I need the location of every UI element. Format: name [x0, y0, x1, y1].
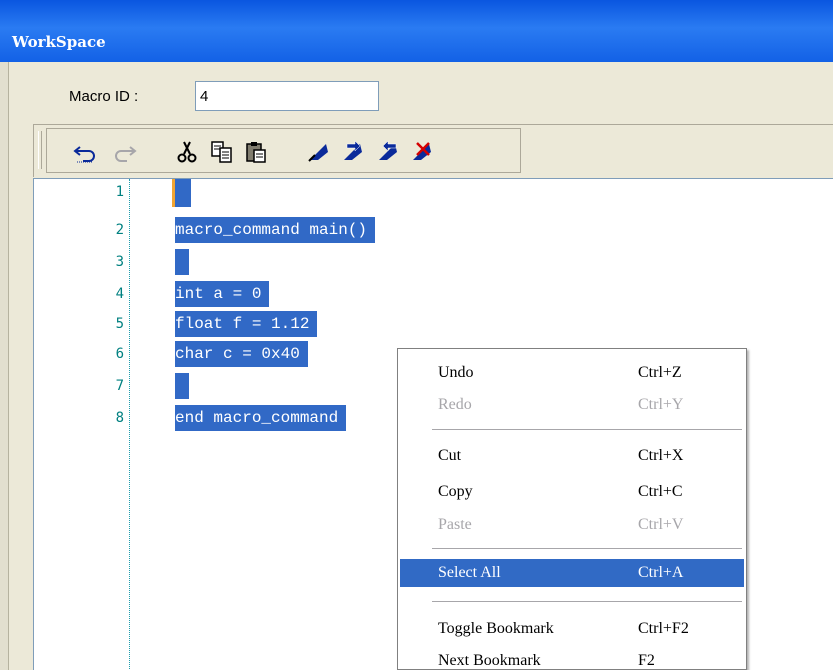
next-bookmark-button[interactable]	[339, 137, 369, 167]
code-line[interactable]: int a = 0	[175, 281, 270, 307]
line-number: 3	[115, 254, 124, 270]
menu-item-shortcut: Ctrl+A	[638, 564, 684, 581]
menu-item-shortcut: Ctrl+X	[638, 447, 684, 464]
copy-button[interactable]	[207, 137, 237, 167]
code-line[interactable]	[175, 179, 191, 207]
menu-item-redo[interactable]: Redo Ctrl+Y	[400, 391, 744, 419]
cut-button[interactable]	[172, 137, 202, 167]
line-number: 2	[115, 222, 124, 238]
paste-button[interactable]	[241, 137, 271, 167]
code-line[interactable]	[175, 249, 189, 275]
menu-item-shortcut: Ctrl+F2	[638, 620, 689, 637]
menu-item-shortcut: Ctrl+Z	[638, 364, 682, 381]
code-line[interactable]: float f = 1.12	[175, 311, 318, 337]
line-number: 1	[115, 184, 124, 200]
menu-item-cut[interactable]: Cut Ctrl+X	[400, 442, 744, 470]
copy-icon	[211, 141, 232, 163]
line-number: 6	[115, 346, 124, 362]
menu-item-shortcut: Ctrl+C	[638, 483, 683, 500]
menu-item-paste[interactable]: Paste Ctrl+V	[400, 511, 744, 539]
macro-id-label: Macro ID :	[69, 88, 139, 105]
menu-item-next-bookmark[interactable]: Next Bookmark F2	[400, 647, 744, 669]
menu-item-label: Toggle Bookmark	[438, 620, 554, 637]
menu-item-label: Undo	[438, 364, 474, 381]
clear-bookmarks-button[interactable]	[408, 137, 438, 167]
line-number: 8	[115, 410, 124, 426]
menu-item-label: Paste	[438, 516, 472, 533]
context-menu: Undo Ctrl+Z Redo Ctrl+Y Cut Ctrl+X Copy …	[397, 348, 747, 670]
code-line[interactable]: macro_command main()	[175, 217, 376, 243]
next-bookmark-icon	[344, 140, 362, 160]
toggle-bookmark-icon	[308, 144, 328, 162]
editor-toolbar	[33, 124, 833, 177]
toggle-bookmark-button[interactable]	[305, 137, 335, 167]
menu-item-label: Cut	[438, 447, 462, 464]
undo-button[interactable]	[71, 137, 101, 167]
menu-item-label: Copy	[438, 483, 473, 500]
code-line[interactable]	[175, 373, 189, 399]
menu-item-copy[interactable]: Copy Ctrl+C	[400, 478, 744, 506]
menu-item-shortcut: Ctrl+V	[638, 516, 684, 533]
line-number: 7	[115, 378, 124, 394]
line-number: 5	[115, 316, 124, 332]
toolbar-grip[interactable]	[38, 131, 42, 169]
menu-item-label: Select All	[438, 564, 501, 581]
cut-icon	[177, 141, 197, 163]
paste-icon	[246, 142, 266, 163]
clear-bookmarks-icon	[413, 142, 431, 160]
menu-item-select-all[interactable]: Select All Ctrl+A	[400, 559, 744, 587]
menu-separator	[432, 429, 742, 430]
code-line[interactable]: end macro_command	[175, 405, 347, 431]
menu-item-label: Redo	[438, 396, 472, 413]
menu-separator	[432, 548, 742, 549]
redo-button[interactable]	[109, 137, 139, 167]
previous-bookmark-icon	[379, 140, 397, 160]
line-number: 4	[115, 286, 124, 302]
code-line[interactable]: char c = 0x40	[175, 341, 308, 367]
line-number-gutter-divider	[129, 179, 130, 670]
macro-id-input[interactable]	[195, 81, 379, 111]
menu-item-label: Next Bookmark	[438, 652, 541, 669]
menu-item-shortcut: Ctrl+Y	[638, 396, 684, 413]
redo-icon	[115, 146, 137, 162]
window-frame-left	[0, 62, 9, 670]
undo-icon	[73, 146, 95, 163]
menu-item-shortcut: F2	[638, 652, 655, 669]
window-title: WorkSpace	[12, 33, 106, 51]
menu-separator	[432, 601, 742, 602]
previous-bookmark-button[interactable]	[374, 137, 404, 167]
title-bar[interactable]: WorkSpace	[0, 0, 833, 62]
menu-item-toggle-bookmark[interactable]: Toggle Bookmark Ctrl+F2	[400, 615, 744, 643]
toolbar-button-group	[46, 128, 521, 173]
workspace-window: WorkSpace Macro ID : 4 1 2 3 4 5 6 7 8 m…	[0, 0, 833, 670]
menu-item-undo[interactable]: Undo Ctrl+Z	[400, 359, 744, 387]
